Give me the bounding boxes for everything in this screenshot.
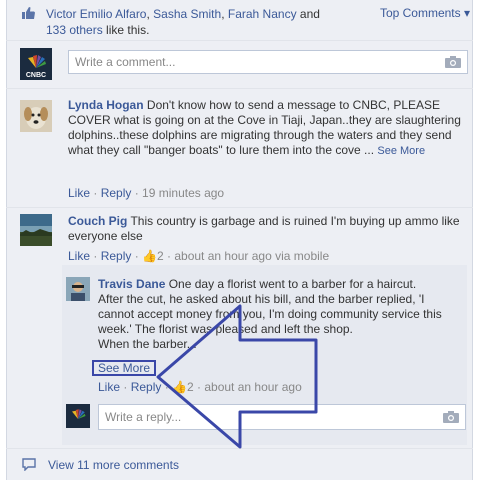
person-photo-icon xyxy=(66,277,90,301)
camera-icon[interactable] xyxy=(443,411,459,423)
divider xyxy=(6,40,473,41)
svg-text:CNBC: CNBC xyxy=(26,72,46,79)
dog-photo-icon xyxy=(20,100,52,132)
like-count[interactable]: 2 xyxy=(187,380,194,394)
comment-body: Lynda Hogan Don't know how to send a mes… xyxy=(68,98,461,157)
likes-summary: Victor Emilio Alfaro, Sasha Smith, Farah… xyxy=(46,7,320,37)
timestamp[interactable]: about an hour ago xyxy=(204,380,301,394)
comment-meta: Like · Reply · 👍2 · about an hour ago vi… xyxy=(68,249,330,263)
view-more-comments-link[interactable]: View 11 more comments xyxy=(48,458,179,472)
user-avatar-dog[interactable] xyxy=(20,100,52,132)
comment-bubble-icon xyxy=(22,458,36,471)
divider xyxy=(6,207,473,208)
reply-body: Travis Dane One day a florist went to a … xyxy=(98,277,442,351)
comment-body: Couch Pig This country is garbage and is… xyxy=(68,214,460,243)
liker-link[interactable]: Farah Nancy xyxy=(228,7,297,21)
annotation-highlight-box xyxy=(92,360,156,376)
timestamp[interactable]: about an hour ago via mobile xyxy=(174,249,329,263)
comment-author[interactable]: Lynda Hogan xyxy=(68,98,144,112)
comment-input[interactable]: Write a comment... xyxy=(68,50,468,74)
cnbc-peacock-icon: CNBC xyxy=(20,48,52,80)
like-count[interactable]: 2 xyxy=(157,249,164,263)
user-avatar-landscape[interactable] xyxy=(20,214,52,246)
timestamp[interactable]: 19 minutes ago xyxy=(142,186,224,200)
see-more-link[interactable]: See More xyxy=(377,145,425,157)
reply-author[interactable]: Travis Dane xyxy=(98,277,165,291)
like-link[interactable]: Like xyxy=(68,249,90,263)
like-link[interactable]: Like xyxy=(68,186,90,200)
like-count-icon: 👍 xyxy=(172,380,187,394)
divider xyxy=(6,88,473,89)
top-comments-dropdown[interactable]: Top Comments ▾ xyxy=(380,6,470,20)
reply-link[interactable]: Reply xyxy=(131,380,162,394)
camera-icon[interactable] xyxy=(445,56,461,68)
others-link[interactable]: 133 others xyxy=(46,23,103,37)
comment-author[interactable]: Couch Pig xyxy=(68,214,127,228)
like-link[interactable]: Like xyxy=(98,380,120,394)
landscape-photo-icon xyxy=(20,214,52,246)
liker-link[interactable]: Victor Emilio Alfaro xyxy=(46,7,146,21)
reply-link[interactable]: Reply xyxy=(101,249,132,263)
like-count-icon: 👍 xyxy=(142,249,157,263)
liker-link[interactable]: Sasha Smith xyxy=(153,7,221,21)
cnbc-peacock-icon xyxy=(66,404,90,428)
like-thumb-icon xyxy=(22,7,35,19)
reply-meta: Like · Reply · 👍2 · about an hour ago xyxy=(98,380,302,394)
cnbc-avatar xyxy=(66,404,90,428)
cnbc-avatar: CNBC xyxy=(20,48,52,80)
comment-meta: Like · Reply · 19 minutes ago xyxy=(68,186,225,200)
user-avatar-travis[interactable] xyxy=(66,277,90,301)
reply-link[interactable]: Reply xyxy=(101,186,132,200)
divider xyxy=(6,448,473,449)
reply-input[interactable]: Write a reply... xyxy=(98,404,466,430)
